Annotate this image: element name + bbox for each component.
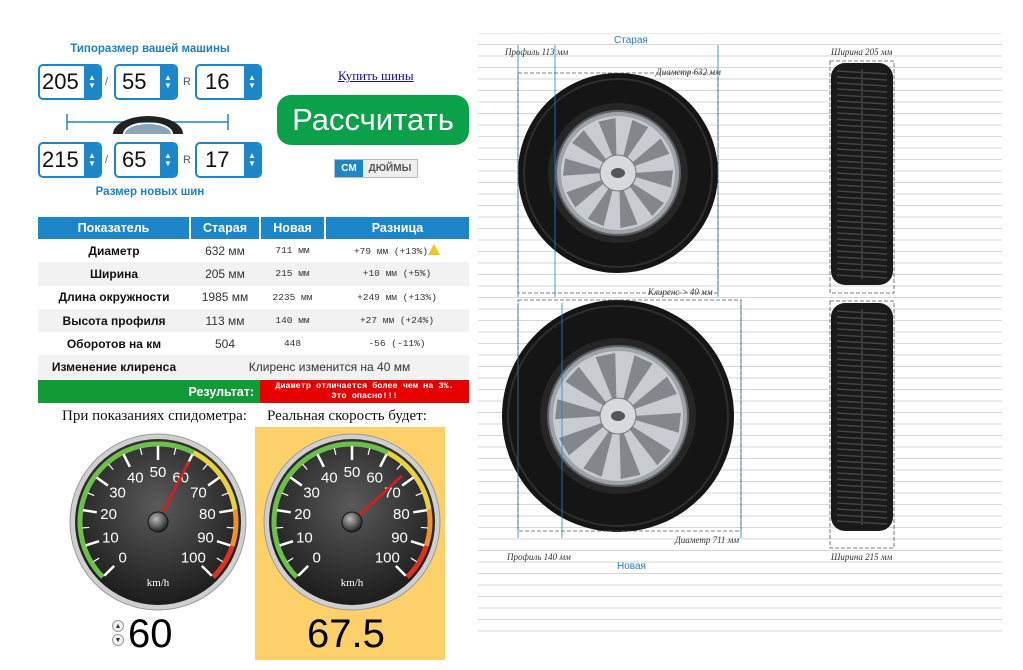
new-wheel xyxy=(502,300,734,532)
new-width-select[interactable]: 215 ▲ ▼ xyxy=(38,142,102,178)
gauge-tick-label: 10 xyxy=(296,529,313,546)
gauge-hub xyxy=(341,511,363,533)
old-tread xyxy=(831,63,893,285)
gauge-tick-label: 60 xyxy=(366,469,383,486)
calculate-button[interactable]: Рассчитать xyxy=(277,95,469,145)
gauge-tick-label: 10 xyxy=(102,529,119,546)
gauge-tick-label: 90 xyxy=(197,529,214,546)
gauge-tick-label: 80 xyxy=(199,506,216,523)
gauge-tick-label: 90 xyxy=(391,529,408,546)
speedometer-label: При показаниях спидометра: xyxy=(62,408,247,424)
gauge-unit-label: km/h xyxy=(341,577,364,589)
table-header: Старая xyxy=(190,217,261,239)
real-speed-label: Реальная скорость будет: xyxy=(267,408,427,424)
speedometer-value[interactable]: 60 xyxy=(128,612,173,657)
old-wheel xyxy=(518,73,718,273)
buy-tires-link[interactable]: Купить шины xyxy=(338,68,414,84)
new-profile-select[interactable]: 65 ▲ ▼ xyxy=(114,142,178,178)
select-arrows-icon: ▲ ▼ xyxy=(160,144,176,176)
comparison-table: Показатель Старая Новая Разница Диаметр … xyxy=(38,217,469,379)
gauge-tick-label: 80 xyxy=(393,506,410,523)
real-speed-value: 67.5 xyxy=(307,612,385,656)
unit-toggle: СМ ДЮЙМЫ xyxy=(334,159,418,178)
unit-inch-button[interactable]: ДЮЙМЫ xyxy=(363,160,417,177)
current-rim-select[interactable]: 16 ▲ ▼ xyxy=(195,64,262,100)
table-header: Новая xyxy=(260,217,326,239)
warning-icon xyxy=(428,244,441,256)
select-arrows-icon: ▲ ▼ xyxy=(160,66,176,98)
gauge-tick-label: 70 xyxy=(384,485,401,502)
gauge-hub xyxy=(147,511,169,533)
gauge-tick-label: 30 xyxy=(109,485,126,502)
result-label: Результат: xyxy=(38,380,260,403)
gauge-unit-label: km/h xyxy=(147,577,170,589)
gauge-tick-label: 100 xyxy=(181,549,206,566)
speedometer-gauge: 0102030405060708090100km/h xyxy=(69,433,247,611)
gauge-tick-label: 20 xyxy=(100,506,117,523)
select-arrows-icon: ▲ ▼ xyxy=(84,144,100,176)
real-speed-gauge: 0 10 20 3040 50 6070 80 90 100 km/h xyxy=(263,433,441,611)
gauge-tick-label: 0 xyxy=(118,549,126,566)
tire-size-link-icon xyxy=(66,114,229,134)
current-size-label: Типоразмер вашей машины xyxy=(70,43,230,55)
new-size-label: Размер новых шин xyxy=(95,186,205,198)
increase-speed-icon[interactable]: ▲ xyxy=(112,620,124,632)
gauge-tick-label: 0 xyxy=(312,549,320,566)
gauge-tick-label: 40 xyxy=(321,469,338,486)
table-header: Показатель xyxy=(38,217,191,239)
select-arrows-icon: ▲ ▼ xyxy=(84,66,100,98)
table-row: Ширина 205 мм 215 мм +10 мм (+5%) xyxy=(38,262,469,286)
gauge-tick-label: 20 xyxy=(294,506,311,523)
current-profile-select[interactable]: 55 ▲ ▼ xyxy=(114,64,178,100)
table-row: Изменение клиренса Клиренс изменится на … xyxy=(38,355,469,379)
select-arrows-icon: ▲ ▼ xyxy=(244,66,260,98)
decrease-speed-icon[interactable]: ▼ xyxy=(112,634,124,646)
gauge-tick-label: 40 xyxy=(127,469,144,486)
table-header: Разница xyxy=(325,217,469,239)
tire-diagram xyxy=(502,45,895,549)
select-arrows-icon: ▲ ▼ xyxy=(244,144,260,176)
result-bar: Результат: Диаметр отличается более чем … xyxy=(38,380,469,403)
new-rim-select[interactable]: 17 ▲ ▼ xyxy=(195,142,262,178)
gauge-tick-label: 70 xyxy=(190,485,207,502)
gauge-tick-label: 100 xyxy=(375,549,400,566)
table-row: Оборотов на км 504 448 -56 (-11%) xyxy=(66,336,426,351)
new-tread xyxy=(831,303,893,531)
table-row: Диаметр 632 мм 711 мм +79 мм (+13%) xyxy=(38,239,469,262)
table-row: Длина окружности 1985 мм 2235 мм +249 мм… xyxy=(58,290,437,305)
gauge-tick-label: 50 xyxy=(150,464,167,481)
unit-cm-button[interactable]: СМ xyxy=(335,160,363,177)
table-row: Высота профиля 113 мм 140 мм +27 мм (+24… xyxy=(38,308,469,333)
current-width-select[interactable]: 205 ▲ ▼ xyxy=(38,64,102,100)
gauge-tick-label: 50 xyxy=(344,464,361,481)
result-message: Диаметр отличается более чем на 3%. Это … xyxy=(260,380,469,403)
gauge-tick-label: 30 xyxy=(303,485,320,502)
